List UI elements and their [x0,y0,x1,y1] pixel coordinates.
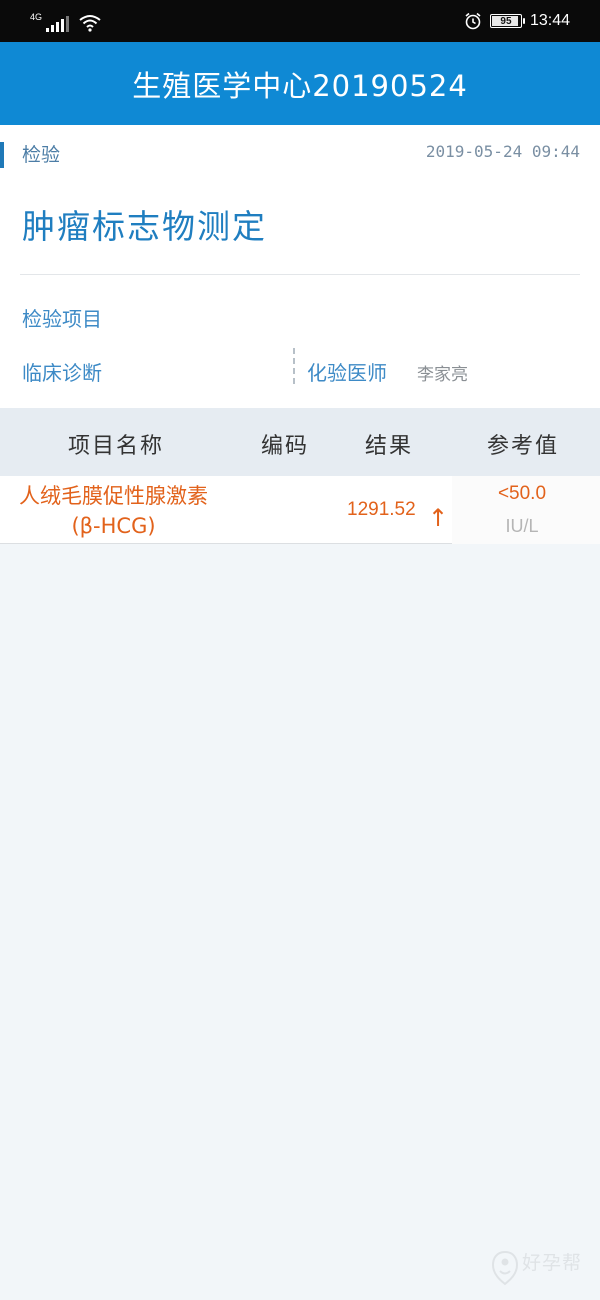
category-accent-bar [0,142,4,168]
result-value: 1291.52 [347,499,416,520]
column-header-name: 项目名称 [68,434,165,459]
report-datetime: 2019-05-24 09:44 [425,142,580,161]
results-table-header: 项目名称 编码 结果 参考值 [0,408,600,476]
column-header-code: 编码 [261,434,310,459]
field-separator [293,348,295,384]
clock: 13:44 [529,12,570,29]
signal-icon [46,16,70,32]
network-type: 4G [30,12,43,22]
column-header-result: 结果 [365,434,414,459]
status-left: 4G [30,10,101,32]
wifi-icon [79,15,101,32]
battery-icon: 95 [489,14,525,28]
category-label: 检验 [22,144,61,166]
column-header-reference: 参考值 [487,434,560,459]
lab-doctor-label: 化验医师 [307,361,387,385]
status-right: 95 13:44 [464,8,570,34]
page-title: 生殖医学中心20190524 [132,68,468,103]
test-name: 肿瘤标志物测定 [22,207,267,246]
report-info-card: 检验 2019-05-24 09:44 肿瘤标志物测定 检验项目 临床诊断 化验… [0,125,600,408]
watermark: 好孕帮 [490,1248,595,1292]
lab-doctor-name: 李家亮 [417,365,468,385]
pregnancy-logo-icon [491,1250,519,1286]
app-header: 生殖医学中心20190524 [0,42,600,125]
clinical-diagnosis-label: 临床诊断 [22,361,102,385]
status-bar: 4G 95 13:44 [0,0,600,42]
high-flag-arrow-icon: ↑ [428,504,449,532]
reference-unit: IU/L [505,516,539,536]
test-items-label: 检验项目 [22,307,102,331]
divider [20,274,580,275]
battery-percent: 95 [500,15,512,27]
table-row[interactable]: 人绒毛膜促性腺激素(β-HCG) 1291.52 ↑ <50.0 IU/L [0,476,600,544]
alarm-icon [465,12,481,30]
item-name: 人绒毛膜促性腺激素(β-HCG) [19,484,208,538]
watermark-text: 好孕帮 [522,1252,583,1274]
reference-value: <50.0 [497,483,547,504]
